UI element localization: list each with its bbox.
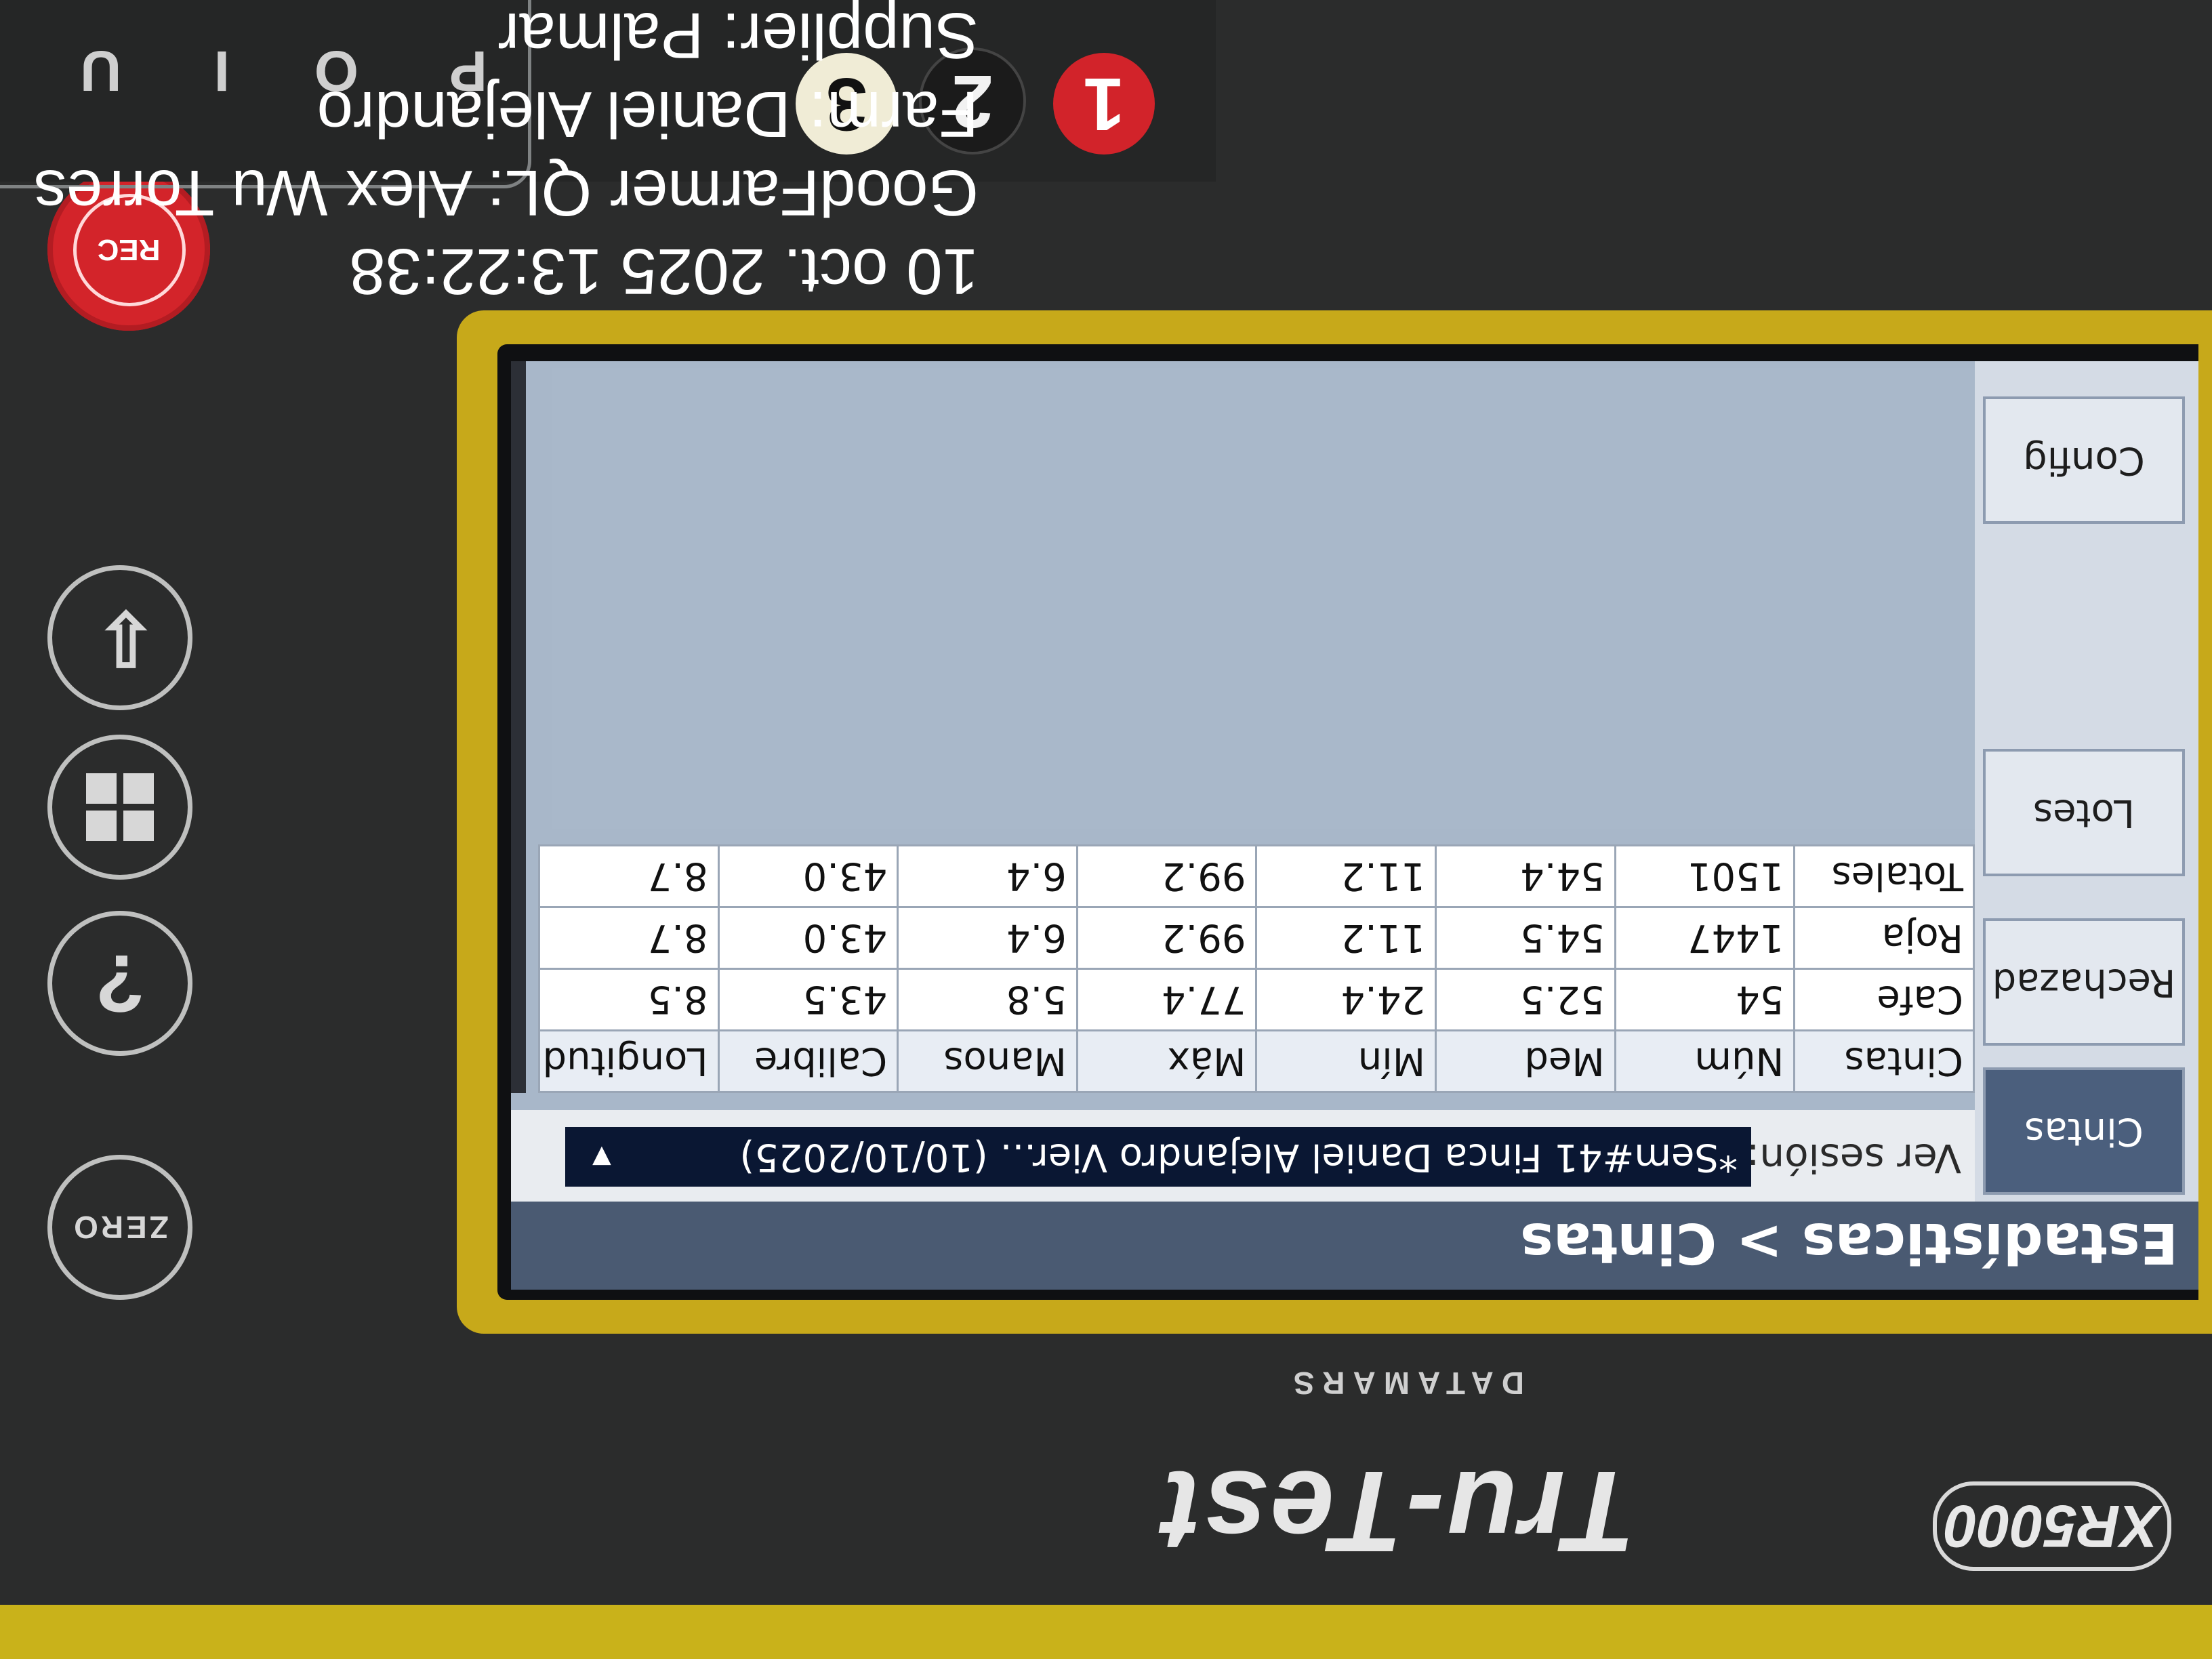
letter-keys: P O I U (0, 0, 531, 188)
table-cell: 43.0 (718, 845, 898, 907)
rec-ring (73, 194, 186, 306)
key-letter[interactable]: P (449, 38, 487, 104)
col-header-num[interactable]: Núm (1615, 1030, 1795, 1092)
menu-button[interactable] (47, 735, 192, 880)
table-cell: 43.0 (718, 907, 898, 969)
stats-table: Cintas Núm Med Mín Máx Manos Calibre Lon… (538, 844, 1975, 1093)
col-header-manos[interactable]: Manos (897, 1030, 1078, 1092)
key-letter[interactable]: I (214, 38, 230, 104)
table-row-totals[interactable]: Totales 1501 54.4 11.2 99.2 6.4 43.0 8.7 (539, 845, 1974, 907)
col-header-med[interactable]: Med (1435, 1030, 1616, 1092)
table-cell: 5.8 (897, 968, 1078, 1031)
table-cell: 6.4 (897, 845, 1078, 907)
table-row[interactable]: Roja 1447 54.5 11.2 99.2 6.4 43.0 8.7 (539, 907, 1974, 969)
session-row: Ver sesión: *Sem#41 Finca Daniel Alejand… (511, 1110, 1975, 1202)
table-cell: 52.5 (1435, 968, 1616, 1031)
key-letter[interactable]: U (80, 38, 121, 104)
brand-logo: Tru-Test (1160, 1447, 1636, 1576)
breadcrumb: Estadísticas > Cintas (1520, 1210, 2178, 1275)
table-cell: 8.5 (539, 968, 719, 1031)
screen: Estadísticas > Cintas Cintas Rechazad Lo… (511, 361, 2198, 1290)
zero-button[interactable]: ZERO (47, 1155, 192, 1300)
brand-subtitle: DATAMARS (1285, 1366, 1524, 1401)
table-cell: Cafe (1794, 968, 1974, 1031)
photo: XR5000 Tru-Test DATAMARS ZERO ? ⇩ REC Es… (0, 0, 2212, 1659)
col-header-calibre[interactable]: Calibre (718, 1030, 898, 1092)
table-cell: 77.4 (1077, 968, 1256, 1031)
tab-config[interactable]: Config (1983, 396, 2185, 524)
dropdown-caret-icon: ▼ (592, 1143, 611, 1171)
device-rim (0, 1605, 2212, 1659)
table-cell: 8.7 (539, 845, 719, 907)
session-value: *Sem#41 Finca Daniel Alejandro Vier... (… (739, 1135, 1738, 1179)
table-cell: 1501 (1615, 845, 1795, 907)
table-cell: 1447 (1615, 907, 1795, 969)
table-cell: Roja (1794, 907, 1974, 969)
tab-cintas[interactable]: Cintas (1983, 1067, 2185, 1195)
col-header-min[interactable]: Mín (1256, 1030, 1436, 1092)
table-cell: 8.7 (539, 907, 719, 969)
device: XR5000 Tru-Test DATAMARS ZERO ? ⇩ REC Es… (0, 0, 2212, 1659)
table-cell: 54 (1615, 968, 1795, 1031)
col-header-longitud[interactable]: Longitud (539, 1030, 719, 1092)
key-2[interactable]: 2 (919, 47, 1026, 155)
table-cell: 54.5 (1435, 907, 1616, 969)
col-header-max[interactable]: Máx (1077, 1030, 1256, 1092)
model-badge: XR5000 (1933, 1481, 2171, 1571)
table-cell: 11.2 (1256, 907, 1436, 969)
session-label: Ver sesión: (1746, 1135, 1961, 1181)
key-letter[interactable]: O (314, 38, 359, 104)
table-cell: Totales (1794, 845, 1974, 907)
help-button[interactable]: ? (47, 911, 192, 1056)
table-cell: 99.2 (1077, 907, 1256, 969)
key-1[interactable]: 1 (1053, 53, 1155, 155)
table-cell: 11.2 (1256, 845, 1436, 907)
scrollbar[interactable] (511, 361, 526, 1093)
table-header-row: Cintas Núm Med Mín Máx Manos Calibre Lon… (539, 1030, 1974, 1092)
key-3[interactable]: 3 (796, 53, 897, 155)
rec-button[interactable]: REC (47, 168, 210, 331)
col-header-cintas[interactable]: Cintas (1794, 1030, 1974, 1092)
tab-rechazad[interactable]: Rechazad (1983, 918, 2185, 1046)
table-cell: 43.5 (718, 968, 898, 1031)
grid-icon (86, 773, 154, 841)
table-cell: 54.4 (1435, 845, 1616, 907)
table-row[interactable]: Cafe 54 52.5 24.4 77.4 5.8 43.5 8.5 (539, 968, 1974, 1031)
download-button[interactable]: ⇩ (47, 565, 192, 710)
app-header: Estadísticas > Cintas (511, 1202, 2198, 1290)
table-empty-area (552, 368, 1975, 829)
table-cell: 99.2 (1077, 845, 1256, 907)
tab-lotes[interactable]: Lotes (1983, 749, 2185, 876)
download-icon: ⇩ (94, 596, 157, 680)
session-select[interactable]: *Sem#41 Finca Daniel Alejandro Vier... (… (565, 1127, 1751, 1187)
table-cell: 24.4 (1256, 968, 1436, 1031)
table-cell: 6.4 (897, 907, 1078, 969)
